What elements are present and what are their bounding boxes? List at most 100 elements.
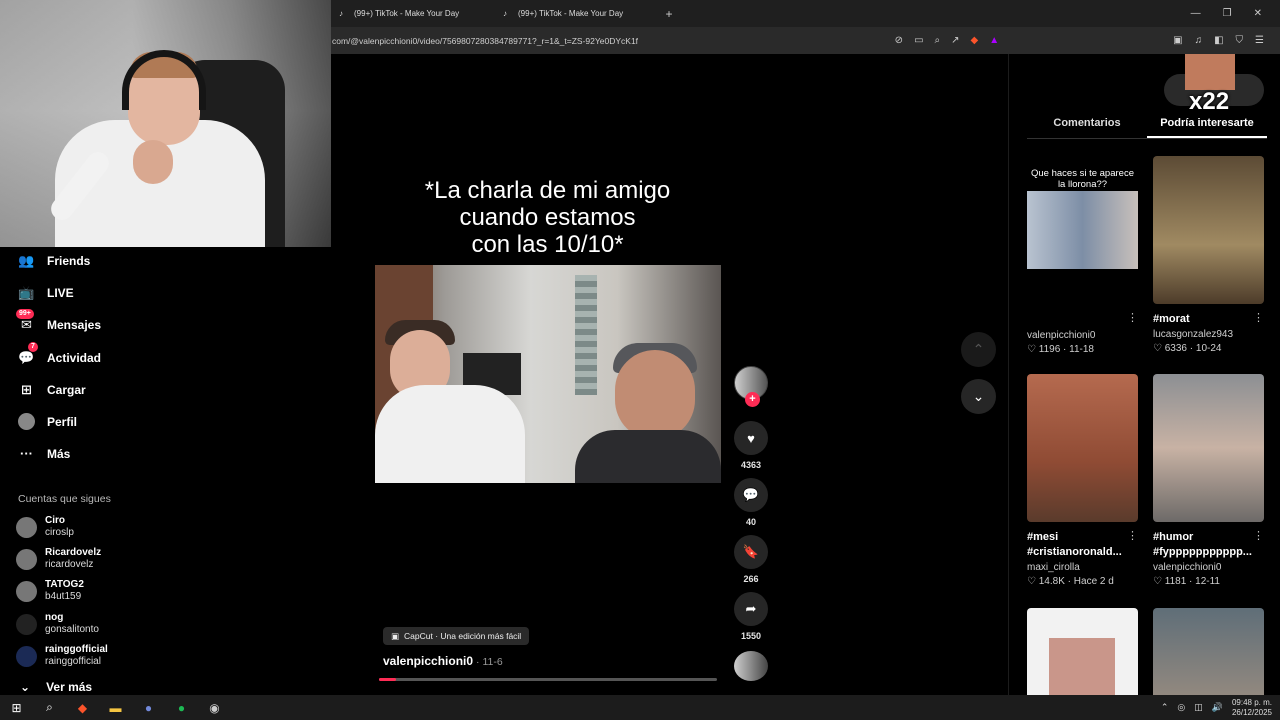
taskbar: ⊞ ⌕ ◆ ▬ ● ● ◉ ⌃ ◎ ◫ 🔊 09:48 p. m. 26/12/… (0, 695, 1280, 720)
following-handle: gonsalitonto (45, 624, 99, 635)
cast-icon[interactable]: ▭ (914, 35, 923, 46)
menu-icon[interactable]: ☰ (1255, 35, 1264, 46)
chevron-up-icon: ⌃ (972, 341, 985, 357)
search-icon[interactable]: ⌕ (33, 695, 66, 720)
sidebar-item-actividad[interactable]: 💬 7 Actividad (18, 342, 101, 366)
system-clock[interactable]: 09:48 p. m. 26/12/2025 (1232, 698, 1272, 718)
steam-icon[interactable]: ◎ (1177, 702, 1185, 713)
share-icon[interactable]: ↗ (951, 35, 959, 46)
video-author[interactable]: valenpicchioni0 · 11-6 (383, 654, 503, 668)
follow-plus-icon[interactable]: + (745, 392, 760, 407)
sidebar-item-mas[interactable]: ··· Más (18, 445, 70, 462)
share-action[interactable]: ➦ 1550 (733, 592, 769, 641)
network-icon[interactable]: ◫ (1194, 702, 1203, 713)
sidebar-icon[interactable]: ▣ (1173, 35, 1182, 46)
card-user[interactable]: maxi_cirolla (1027, 562, 1138, 573)
video-card[interactable] (1027, 608, 1138, 695)
vpn-icon[interactable]: ⛉ (1236, 35, 1244, 46)
following-item[interactable]: TATOG2 b4ut159 (16, 579, 84, 603)
more-options-icon[interactable]: ⋮ (1253, 311, 1264, 324)
upload-icon: ⊞ (21, 381, 32, 397)
tab-comentarios[interactable]: Comentarios (1027, 117, 1147, 138)
card-thumbnail[interactable] (1153, 156, 1264, 304)
tab-title: (99+) TikTok - Make Your Day (354, 9, 460, 18)
sidebar-item-label: Mensajes (47, 317, 102, 332)
chevron-down-icon: ⌄ (972, 388, 985, 404)
media-icon[interactable]: ♫ (1195, 35, 1203, 46)
creator-avatar-button[interactable]: + (733, 366, 769, 407)
caption-line: cuando estamos (459, 204, 636, 231)
overlay-count: x22 (1189, 88, 1230, 115)
following-item[interactable]: Ricardovelz ricardovelz (16, 547, 101, 571)
browser-tab[interactable]: ♪ (99+) TikTok - Make Your Day (331, 0, 495, 27)
sidebar-item-cargar[interactable]: ⊞ Cargar (18, 381, 86, 398)
previous-video-button[interactable]: ⌃ (961, 332, 996, 367)
more-options-icon[interactable]: ⋮ (1253, 529, 1264, 542)
following-item[interactable]: Ciro ciroslp (16, 515, 74, 539)
discord-icon[interactable]: ● (132, 695, 165, 720)
video-player[interactable] (375, 265, 721, 483)
brave-rewards-icon[interactable]: ▲ (989, 35, 999, 46)
card-thumbnail[interactable] (1153, 608, 1264, 695)
creator-avatar: + (734, 366, 768, 407)
zoom-icon[interactable]: ⌕ (935, 35, 941, 46)
share-arrow-icon[interactable]: ➦ (734, 592, 768, 626)
save-action[interactable]: 🔖 266 (733, 535, 769, 584)
tab-podria-interesarte[interactable]: Podría interesarte (1147, 117, 1267, 138)
more-options-icon[interactable]: ⋮ (1127, 311, 1138, 324)
brave-shield-icon[interactable]: ◆ (971, 35, 979, 46)
sidebar-item-label: LIVE (47, 285, 74, 300)
video-caption: *La charla de mi amigo cuando estamos co… (380, 177, 715, 258)
new-tab-button[interactable]: + (659, 7, 679, 21)
heart-icon[interactable]: ♥ (734, 421, 768, 455)
sidebar-item-friends[interactable]: 👥 Friends (18, 252, 90, 269)
obs-icon[interactable]: ◉ (198, 695, 231, 720)
card-thumbnail[interactable] (1027, 608, 1138, 695)
url-field[interactable]: com/@valenpicchioni0/video/7569807280384… (331, 36, 895, 46)
video-progress-bar[interactable] (379, 678, 717, 681)
reader-off-icon[interactable]: ⊘ (895, 35, 903, 46)
card-user[interactable]: valenpicchioni0 (1027, 330, 1138, 341)
video-card[interactable]: #morat ⋮ lucasgonzalez943 ♡ 6336 · 10-24 (1153, 156, 1264, 354)
video-card[interactable]: #mesi ⋮ #cristianoronald... maxi_cirolla… (1027, 374, 1138, 587)
video-card[interactable]: Que haces si te aparece la llorona?? ⋮ v… (1027, 156, 1138, 355)
minimize-icon[interactable]: — (1191, 8, 1201, 19)
card-user[interactable]: lucasgonzalez943 (1153, 329, 1264, 340)
spotify-icon[interactable]: ● (165, 695, 198, 720)
file-explorer-icon[interactable]: ▬ (99, 695, 132, 720)
next-video-button[interactable]: ⌄ (961, 379, 996, 414)
like-action[interactable]: ♥ 4363 (733, 421, 769, 470)
more-options-icon[interactable]: ⋮ (1127, 529, 1138, 542)
volume-icon[interactable]: 🔊 (1212, 702, 1223, 713)
video-card[interactable]: #humor ⋮ #fyppppppppppp... valenpicchion… (1153, 374, 1264, 587)
avatar (16, 516, 37, 538)
sound-avatar[interactable] (734, 651, 768, 681)
comment-icon[interactable]: 💬 (734, 478, 768, 512)
windows-start-icon[interactable]: ⊞ (0, 695, 33, 720)
tray-chevron-icon[interactable]: ⌃ (1161, 702, 1169, 713)
author-name: valenpicchioni0 (383, 654, 474, 668)
following-item[interactable]: rainggofficial rainggofficial (16, 644, 108, 668)
caption-line: con las 10/10* (471, 231, 624, 258)
brave-browser-icon[interactable]: ◆ (66, 695, 99, 720)
close-icon[interactable]: ✕ (1254, 8, 1262, 19)
card-user[interactable]: valenpicchioni0 (1153, 562, 1264, 573)
capcut-label: CapCut · Una edición más fácil (404, 631, 522, 641)
capcut-badge[interactable]: ▣ CapCut · Una edición más fácil (383, 627, 530, 645)
sidebar-item-perfil[interactable]: Perfil (18, 413, 77, 430)
restore-icon[interactable]: ❐ (1223, 8, 1232, 19)
browser-tab[interactable]: ♪ (99+) TikTok - Make Your Day (495, 0, 659, 27)
split-view-icon[interactable]: ◧ (1214, 35, 1223, 46)
card-thumbnail[interactable] (1153, 374, 1264, 522)
bookmark-icon[interactable]: 🔖 (734, 535, 768, 569)
following-item[interactable]: nog gonsalitonto (16, 612, 99, 636)
card-thumbnail[interactable] (1027, 374, 1138, 522)
card-thumbnail[interactable]: Que haces si te aparece la llorona?? (1027, 156, 1138, 304)
heart-outline-icon: ♡ (1027, 344, 1036, 355)
sidebar-item-live[interactable]: 📺 LIVE (18, 284, 74, 301)
video-card[interactable] (1153, 608, 1264, 695)
see-more-button[interactable]: ⌄ Ver más (20, 680, 92, 694)
comment-action[interactable]: 💬 40 (733, 478, 769, 527)
save-count: 266 (743, 574, 759, 584)
sidebar-item-mensajes[interactable]: ✉ 99+ Mensajes (16, 309, 102, 333)
